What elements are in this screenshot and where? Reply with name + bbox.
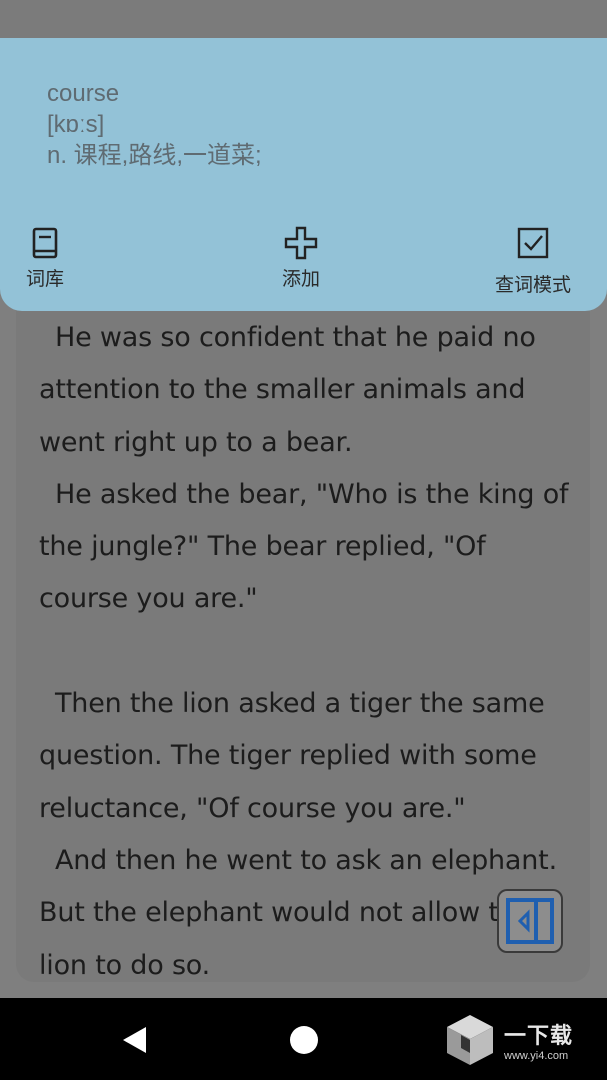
side-panel-toggle-button[interactable] [497, 889, 563, 953]
word-info: course [kɒːs] n. 课程,路线,一道菜; [47, 78, 262, 171]
nav-back-button[interactable] [120, 1025, 150, 1060]
word-phonetic: [kɒːs] [47, 111, 105, 138]
home-circle-icon [290, 1026, 318, 1054]
library-label: 词库 [26, 268, 65, 290]
word-definition: n. 课程,路线,一道菜; [47, 142, 262, 169]
watermark-title: 一下载 [504, 1024, 574, 1049]
paragraph-3[interactable]: Then the lion asked a tiger the same que… [39, 678, 574, 835]
lookup-mode-button[interactable]: 查词模式 [495, 226, 571, 297]
paragraph-1[interactable]: He was so confident that he paid no atte… [39, 312, 574, 469]
back-triangle-icon [123, 1027, 146, 1053]
add-button[interactable]: 添加 [282, 226, 320, 291]
add-label: 添加 [282, 268, 321, 290]
plus-icon [284, 226, 318, 260]
book-icon [28, 226, 62, 260]
status-bar [0, 0, 607, 38]
cube-logo-icon [447, 1015, 493, 1065]
nav-home-button[interactable] [288, 1024, 320, 1061]
library-button[interactable]: 词库 [26, 226, 64, 291]
word-headword: course [47, 80, 120, 107]
checkbox-checked-icon [516, 226, 550, 260]
lookup-mode-label: 查词模式 [495, 274, 572, 296]
watermark-url: www.yi4.com [504, 1050, 569, 1062]
paragraph-4[interactable]: And then he went to ask an elephant. But… [39, 835, 574, 992]
watermark-logo: 一下载 www.yi4.com [444, 1010, 594, 1070]
panel-collapse-icon [506, 898, 554, 944]
reader-text[interactable]: He was so confident that he paid no atte… [39, 312, 574, 992]
paragraph-2[interactable]: He asked the bear, "Who is the king of t… [39, 469, 574, 626]
dictionary-popup: course [kɒːs] n. 课程,路线,一道菜; 词库 添加 查词模式 [0, 38, 607, 311]
